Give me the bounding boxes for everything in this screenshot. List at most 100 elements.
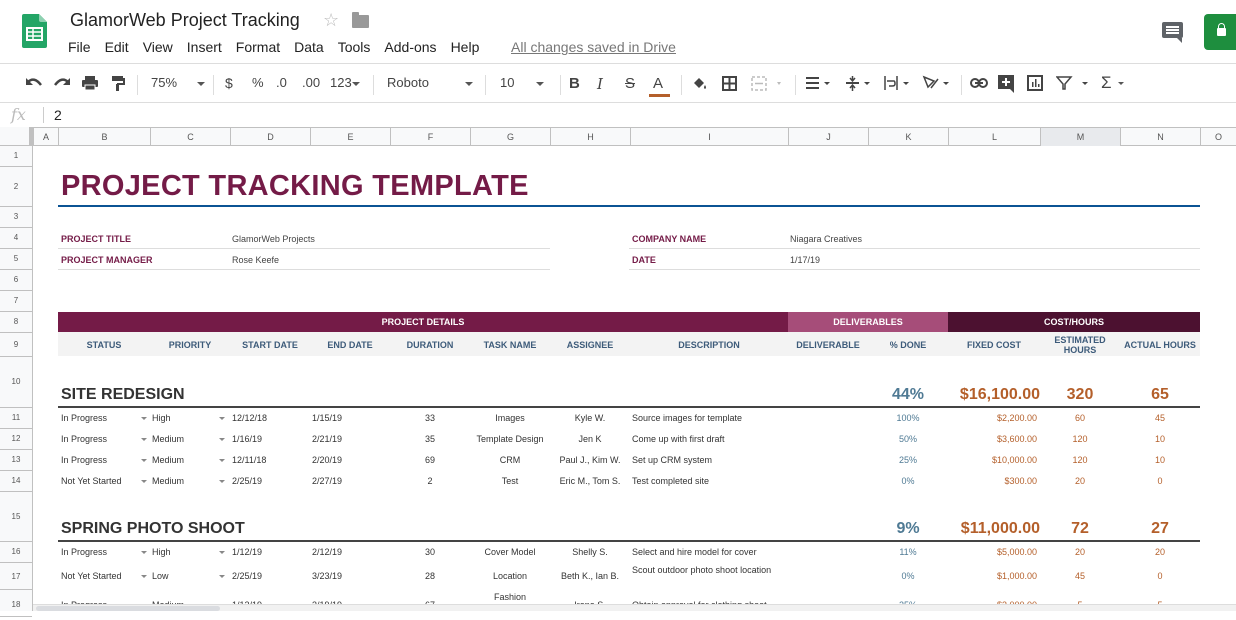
formula-input[interactable]: 2 [54, 107, 62, 123]
row-header[interactable]: 9 [0, 333, 32, 357]
cell-duration[interactable]: 2 [390, 476, 470, 487]
undo-icon[interactable] [25, 76, 43, 90]
menu-view[interactable]: View [143, 39, 173, 55]
row-header[interactable]: 13 [0, 450, 32, 471]
cell-status[interactable]: Not Yet Started [61, 571, 141, 582]
menu-help[interactable]: Help [451, 39, 480, 55]
fill-color-icon[interactable] [692, 76, 708, 91]
header-status[interactable]: STATUS [58, 340, 150, 350]
vertical-align-icon[interactable] [845, 75, 873, 92]
italic-button[interactable]: I [597, 75, 603, 93]
sheet-title[interactable]: PROJECT TRACKING TEMPLATE [61, 170, 529, 203]
header-duration[interactable]: DURATION [390, 340, 470, 350]
header-actual-hours[interactable]: ACTUAL HOURS [1120, 340, 1200, 350]
header-pct-done[interactable]: % DONE [868, 340, 948, 350]
project-title-value[interactable]: GlamorWeb Projects [232, 234, 315, 244]
text-color-button[interactable]: A [649, 75, 670, 97]
menu-addons[interactable]: Add-ons [384, 39, 436, 55]
decrease-decimal-button[interactable]: .0 [276, 75, 287, 90]
cell-duration[interactable]: 30 [390, 547, 470, 558]
horizontal-scrollbar-thumb[interactable] [36, 606, 220, 611]
cell-duration[interactable]: 28 [390, 571, 470, 582]
cell-est[interactable]: 120 [1040, 434, 1120, 445]
cell-description[interactable]: Test completed site [632, 476, 782, 487]
cell-assignee[interactable]: Paul J., Kim W. [550, 455, 630, 466]
cell-start[interactable]: 12/11/18 [232, 455, 302, 466]
column-header-a[interactable]: A [33, 128, 58, 146]
cell-pct[interactable]: 25% [868, 455, 948, 466]
menu-tools[interactable]: Tools [338, 39, 371, 55]
cell-start[interactable]: 2/25/19 [232, 476, 302, 487]
cell-pct[interactable]: 11% [868, 547, 948, 558]
cell-task[interactable]: CRM [470, 455, 550, 466]
cell-end[interactable]: 2/27/19 [312, 476, 382, 487]
cell-status[interactable]: In Progress [61, 547, 141, 558]
menu-insert[interactable]: Insert [187, 39, 222, 55]
cell-assignee[interactable]: Shelly S. [550, 547, 630, 558]
cell-task[interactable]: Images [470, 413, 550, 424]
increase-decimal-button[interactable]: .00 [302, 75, 320, 90]
cell-est[interactable]: 20 [1040, 476, 1120, 487]
document-title[interactable]: GlamorWeb Project Tracking [70, 10, 300, 31]
cell-status[interactable]: Not Yet Started [61, 476, 141, 487]
header-description[interactable]: DESCRIPTION [630, 340, 788, 350]
insert-comment-icon[interactable] [998, 75, 1015, 93]
column-header-l[interactable]: L [948, 128, 1040, 146]
deliverables-band[interactable]: DELIVERABLES [788, 312, 948, 332]
row-header[interactable]: 18 [0, 590, 32, 617]
merge-cells-icon[interactable] [751, 76, 783, 91]
dropdown-arrow-icon[interactable] [219, 551, 225, 554]
cell-end[interactable]: 2/12/19 [312, 547, 382, 558]
horizontal-align-icon[interactable] [805, 76, 833, 91]
cell-duration[interactable]: 69 [390, 455, 470, 466]
menu-format[interactable]: Format [236, 39, 280, 55]
strikethrough-button[interactable]: S [625, 75, 635, 92]
column-header-n[interactable]: N [1120, 128, 1200, 146]
share-button[interactable] [1204, 14, 1236, 50]
cell-cost[interactable]: $300.00 [948, 476, 1037, 487]
print-icon[interactable] [81, 75, 99, 91]
project-details-band[interactable]: PROJECT DETAILS [58, 312, 788, 332]
more-formats-button[interactable]: 123 [330, 75, 360, 90]
header-estimated-hours[interactable]: ESTIMATED HOURS [1040, 335, 1120, 355]
star-icon[interactable]: ☆ [323, 10, 339, 31]
cell-cost[interactable]: $1,000.00 [948, 571, 1037, 582]
header-end-date[interactable]: END DATE [310, 340, 390, 350]
column-header-f[interactable]: F [390, 128, 470, 146]
font-size-select[interactable]: 10 [500, 75, 545, 90]
row-header[interactable]: 5 [0, 249, 32, 270]
cell-description[interactable]: Source images for template [632, 413, 782, 424]
column-header-g[interactable]: G [470, 128, 550, 146]
cell-priority[interactable]: High [152, 413, 222, 424]
column-header-h[interactable]: H [550, 128, 630, 146]
cell-task[interactable]: Test [470, 476, 550, 487]
column-header-d[interactable]: D [230, 128, 310, 146]
dropdown-arrow-icon[interactable] [219, 480, 225, 483]
cell-act[interactable]: 10 [1120, 434, 1200, 445]
cell-est[interactable]: 20 [1040, 547, 1120, 558]
dropdown-arrow-icon[interactable] [141, 459, 147, 462]
column-header-o[interactable]: O [1200, 128, 1236, 146]
cell-pct[interactable]: 100% [868, 413, 948, 424]
cell-duration[interactable]: 33 [390, 413, 470, 424]
cell-description[interactable]: Set up CRM system [632, 455, 782, 466]
column-header-e[interactable]: E [310, 128, 390, 146]
cell-assignee[interactable]: Kyle W. [550, 413, 630, 424]
cell-description[interactable]: Select and hire model for cover [632, 547, 782, 558]
row-header[interactable]: 11 [0, 408, 32, 429]
cell-start[interactable]: 12/12/18 [232, 413, 302, 424]
cell-priority[interactable]: High [152, 547, 222, 558]
dropdown-arrow-icon[interactable] [219, 575, 225, 578]
bold-button[interactable]: B [569, 75, 580, 92]
text-rotation-icon[interactable] [922, 75, 952, 92]
company-name-value[interactable]: Niagara Creatives [790, 234, 862, 244]
cell-act[interactable]: 0 [1120, 571, 1200, 582]
cell-cost[interactable]: $5,000.00 [948, 547, 1037, 558]
cell-duration[interactable]: 35 [390, 434, 470, 445]
filter-icon[interactable] [1056, 75, 1092, 92]
row-header[interactable]: 17 [0, 563, 32, 590]
dropdown-arrow-icon[interactable] [219, 417, 225, 420]
dropdown-arrow-icon[interactable] [141, 417, 147, 420]
redo-icon[interactable] [53, 76, 71, 90]
row-header[interactable]: 16 [0, 542, 32, 563]
